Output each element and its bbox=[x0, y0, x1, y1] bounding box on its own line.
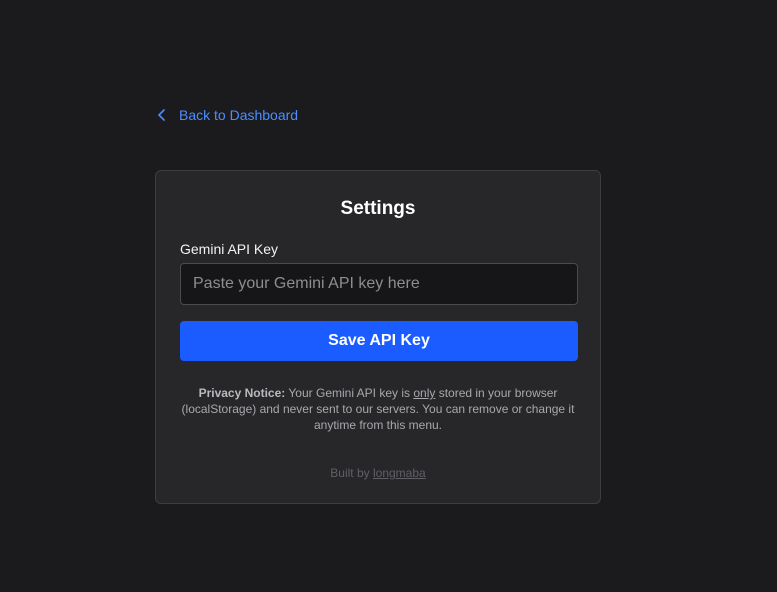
built-by-footer: Built by longmaba bbox=[156, 466, 600, 480]
built-by-prefix: Built by bbox=[330, 466, 373, 480]
save-api-key-button[interactable]: Save API Key bbox=[180, 321, 578, 361]
back-link-label: Back to Dashboard bbox=[179, 107, 299, 123]
back-to-dashboard-link[interactable]: Back to Dashboard bbox=[157, 104, 298, 126]
privacy-notice-text-before: Your Gemini API key is bbox=[285, 386, 414, 400]
settings-page: Back to Dashboard Settings Gemini API Ke… bbox=[0, 0, 777, 592]
page-title: Settings bbox=[340, 198, 416, 219]
settings-card: Settings Gemini API Key Save API Key Pri… bbox=[155, 170, 601, 504]
privacy-notice: Privacy Notice: Your Gemini API key is o… bbox=[178, 385, 578, 433]
author-link[interactable]: longmaba bbox=[373, 466, 426, 480]
api-key-label: Gemini API Key bbox=[180, 241, 279, 257]
privacy-notice-emphasis: only bbox=[413, 386, 436, 400]
chevron-left-icon bbox=[157, 109, 167, 121]
api-key-input[interactable] bbox=[180, 263, 578, 305]
privacy-notice-heading: Privacy Notice: bbox=[198, 386, 286, 400]
